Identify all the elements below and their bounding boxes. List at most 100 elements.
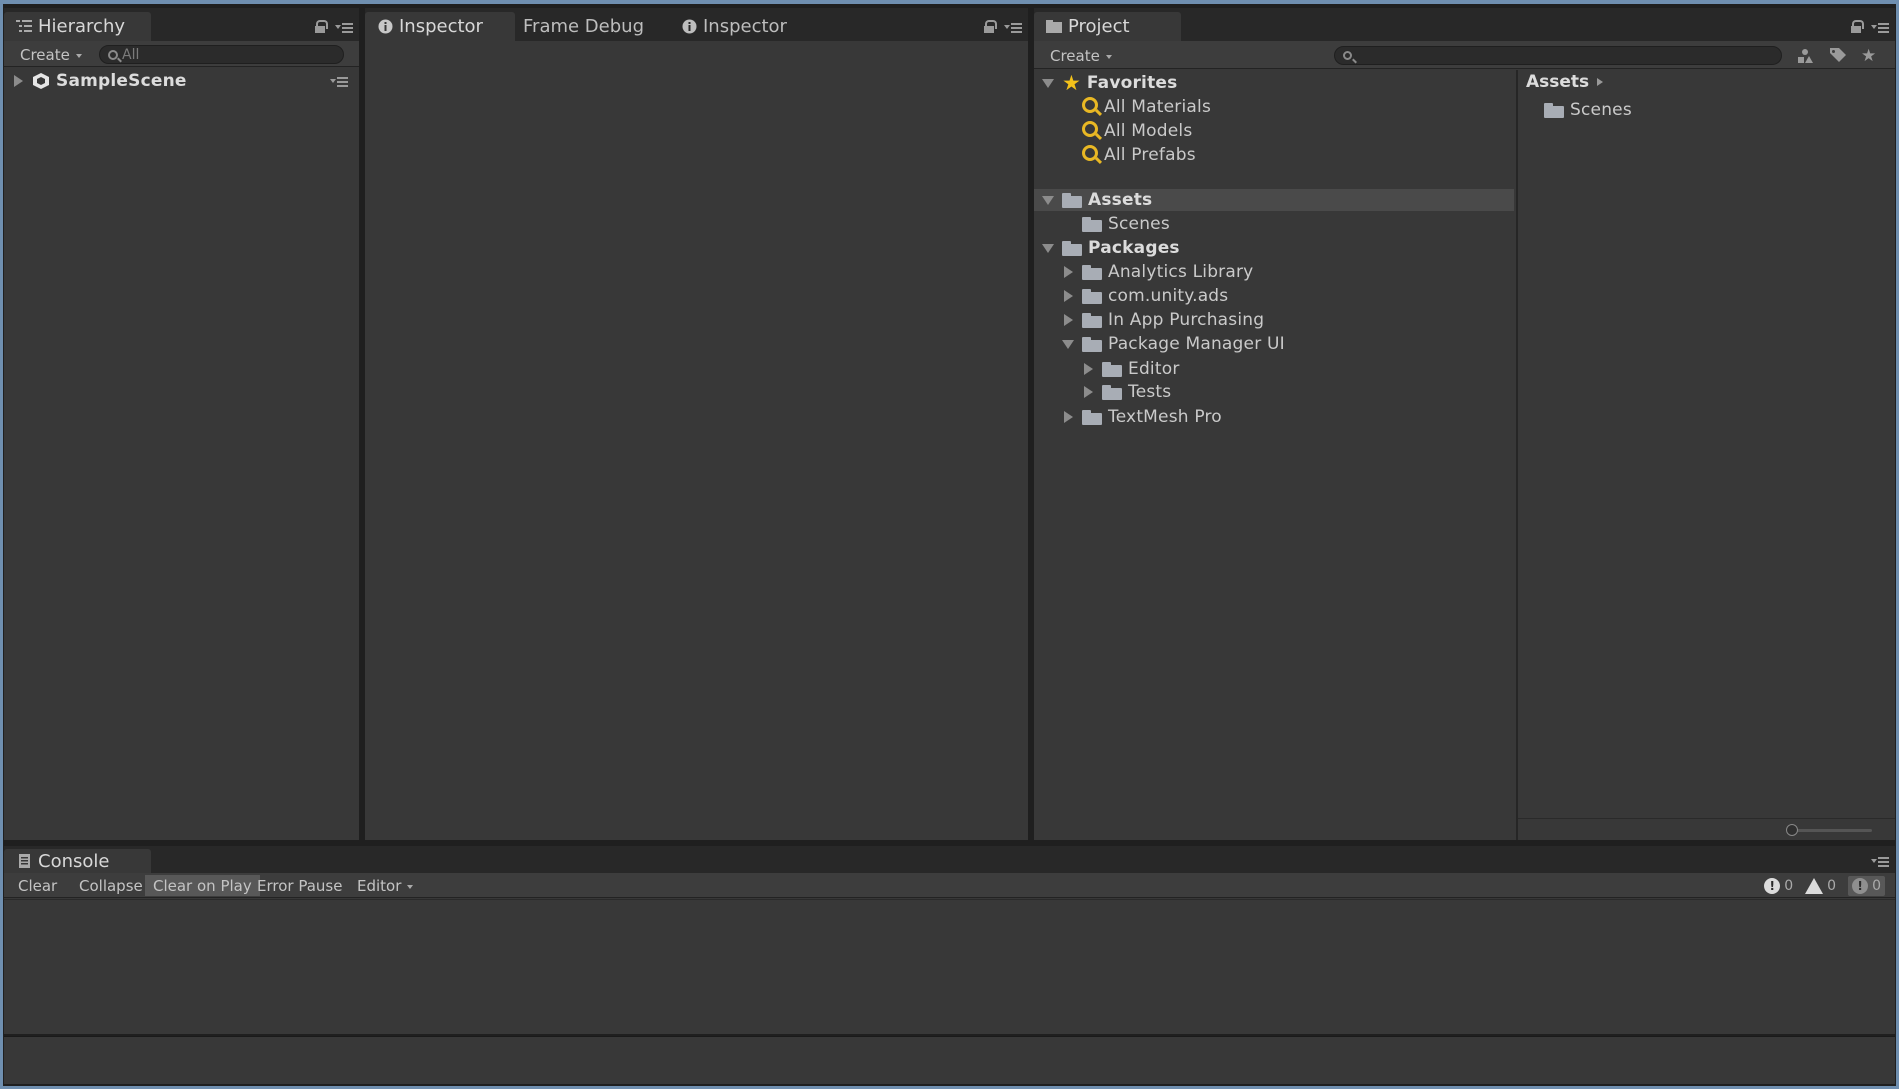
tab-frame-debug[interactable]: Frame Debug xyxy=(511,12,656,41)
hierarchy-search[interactable] xyxy=(99,45,344,64)
clear-label: Clear xyxy=(18,876,58,895)
favorite-item-label: All Models xyxy=(1104,121,1193,141)
panel-menu-icon[interactable] xyxy=(335,21,353,33)
collapse-arrow-icon[interactable] xyxy=(1062,339,1074,349)
content-item-label: Scenes xyxy=(1570,100,1632,120)
info-icon: ! xyxy=(1764,878,1781,894)
folder-icon xyxy=(1082,312,1102,328)
expand-arrow-icon[interactable] xyxy=(1082,386,1094,398)
tab-project[interactable]: Project xyxy=(1034,12,1181,41)
clear-button[interactable]: Clear xyxy=(10,875,65,896)
tab-inspector-1-label: Inspector xyxy=(399,16,483,37)
editor-dropdown[interactable]: Editor xyxy=(349,875,421,896)
search-icon xyxy=(108,49,118,60)
tab-project-label: Project xyxy=(1068,16,1130,37)
error-icon: ! xyxy=(1852,878,1869,894)
info-icon xyxy=(377,19,393,35)
star-icon: ★ xyxy=(1062,70,1081,95)
content-item[interactable]: Scenes xyxy=(1544,99,1632,121)
tab-inspector-1[interactable]: Inspector xyxy=(365,12,515,41)
icon-size-slider[interactable] xyxy=(1790,829,1872,832)
package-label: TextMesh Pro xyxy=(1108,407,1222,427)
package-row[interactable]: Package Manager UI xyxy=(1062,333,1285,355)
breadcrumb: Assets xyxy=(1526,72,1604,92)
folder-icon xyxy=(1082,216,1102,232)
panel-menu-icon[interactable] xyxy=(1871,855,1889,867)
console-panel: Console Clear Collapse Clear on Play Err… xyxy=(4,846,1895,1034)
subfolder-row[interactable]: Tests xyxy=(1082,381,1171,403)
assets-row[interactable]: Assets xyxy=(1042,189,1152,211)
project-create-button[interactable]: Create xyxy=(1042,45,1120,66)
lock-icon[interactable] xyxy=(315,20,328,33)
favorite-item[interactable]: All Models xyxy=(1082,120,1192,142)
create-label: Create xyxy=(20,45,70,64)
scene-row[interactable]: SampleScene xyxy=(12,70,352,92)
favorite-item[interactable]: All Prefabs xyxy=(1082,144,1196,166)
expand-arrow-icon[interactable] xyxy=(1062,314,1074,326)
lock-icon[interactable] xyxy=(984,20,997,33)
create-label: Create xyxy=(1050,46,1100,65)
clear-on-play-button[interactable]: Clear on Play xyxy=(145,875,260,896)
error-count-toggle[interactable]: ! 0 xyxy=(1848,876,1885,896)
console-log-area[interactable] xyxy=(4,899,1895,1032)
console-tabbar: Console xyxy=(4,846,1895,873)
hierarchy-search-input[interactable] xyxy=(122,46,343,63)
saved-search-icon xyxy=(1082,145,1098,161)
tab-frame-debug-label: Frame Debug xyxy=(523,16,644,37)
tab-console[interactable]: Console xyxy=(4,849,151,873)
project-search-input[interactable] xyxy=(1356,47,1781,64)
package-row[interactable]: In App Purchasing xyxy=(1062,309,1264,331)
breadcrumb-assets[interactable]: Assets xyxy=(1526,72,1589,92)
info-count: 0 xyxy=(1784,878,1794,894)
favorite-item[interactable]: All Materials xyxy=(1082,96,1211,118)
saved-search-icon xyxy=(1082,121,1098,137)
hierarchy-tab-controls xyxy=(315,20,353,33)
package-row[interactable]: TextMesh Pro xyxy=(1062,406,1222,428)
console-tab-controls xyxy=(1871,855,1889,867)
inspector-panel: Inspector Frame Debug Inspector xyxy=(365,8,1028,840)
inspector-tabbar: Inspector Frame Debug Inspector xyxy=(365,8,1028,41)
hierarchy-create-button[interactable]: Create xyxy=(12,44,90,65)
project-search[interactable] xyxy=(1334,46,1782,65)
favorites-row[interactable]: ★ Favorites xyxy=(1042,72,1177,94)
info-count-toggle[interactable]: ! 0 xyxy=(1764,878,1793,894)
project-content-pane: Assets Scenes xyxy=(1518,70,1895,840)
scene-menu-icon[interactable] xyxy=(330,75,348,87)
expand-arrow-icon[interactable] xyxy=(1062,290,1074,302)
saved-search-icon xyxy=(1082,97,1098,113)
search-by-label-icon[interactable] xyxy=(1830,48,1846,68)
packages-row[interactable]: Packages xyxy=(1042,237,1180,259)
collapse-arrow-icon[interactable] xyxy=(1042,243,1054,253)
subfolder-row[interactable]: Editor xyxy=(1082,358,1180,380)
package-row[interactable]: Analytics Library xyxy=(1062,261,1253,283)
lock-icon[interactable] xyxy=(1851,20,1864,33)
error-count: 0 xyxy=(1872,878,1881,894)
panel-menu-icon[interactable] xyxy=(1004,21,1022,33)
folder-icon xyxy=(1102,384,1122,400)
console-counters: ! 0 0 ! 0 xyxy=(1764,876,1885,896)
favorites-label: Favorites xyxy=(1086,73,1178,93)
project-tabbar: Project xyxy=(1034,8,1895,41)
subfolder-label: Editor xyxy=(1128,359,1180,379)
favorite-star-icon[interactable]: ★ xyxy=(1861,46,1876,66)
panel-menu-icon[interactable] xyxy=(1871,21,1889,33)
package-row[interactable]: com.unity.ads xyxy=(1062,285,1228,307)
expand-arrow-icon[interactable] xyxy=(12,75,24,87)
tab-hierarchy[interactable]: Hierarchy xyxy=(4,12,151,41)
status-bar xyxy=(4,1036,1895,1084)
expand-arrow-icon[interactable] xyxy=(1082,363,1094,375)
tab-hierarchy-label: Hierarchy xyxy=(38,16,126,37)
assets-child-row[interactable]: Scenes xyxy=(1082,213,1170,235)
folder-icon xyxy=(1062,192,1082,208)
tab-inspector-2[interactable]: Inspector xyxy=(669,12,799,41)
expand-arrow-icon[interactable] xyxy=(1062,411,1074,423)
warning-count-toggle[interactable]: 0 xyxy=(1805,878,1836,894)
error-pause-button[interactable]: Error Pause xyxy=(249,875,350,896)
favorite-item-label: All Materials xyxy=(1104,97,1211,117)
collapse-button[interactable]: Collapse xyxy=(71,875,151,896)
collapse-arrow-icon[interactable] xyxy=(1042,195,1054,205)
collapse-arrow-icon[interactable] xyxy=(1042,78,1054,88)
search-by-type-icon[interactable] xyxy=(1797,48,1813,68)
slider-handle[interactable] xyxy=(1786,824,1798,836)
expand-arrow-icon[interactable] xyxy=(1062,266,1074,278)
